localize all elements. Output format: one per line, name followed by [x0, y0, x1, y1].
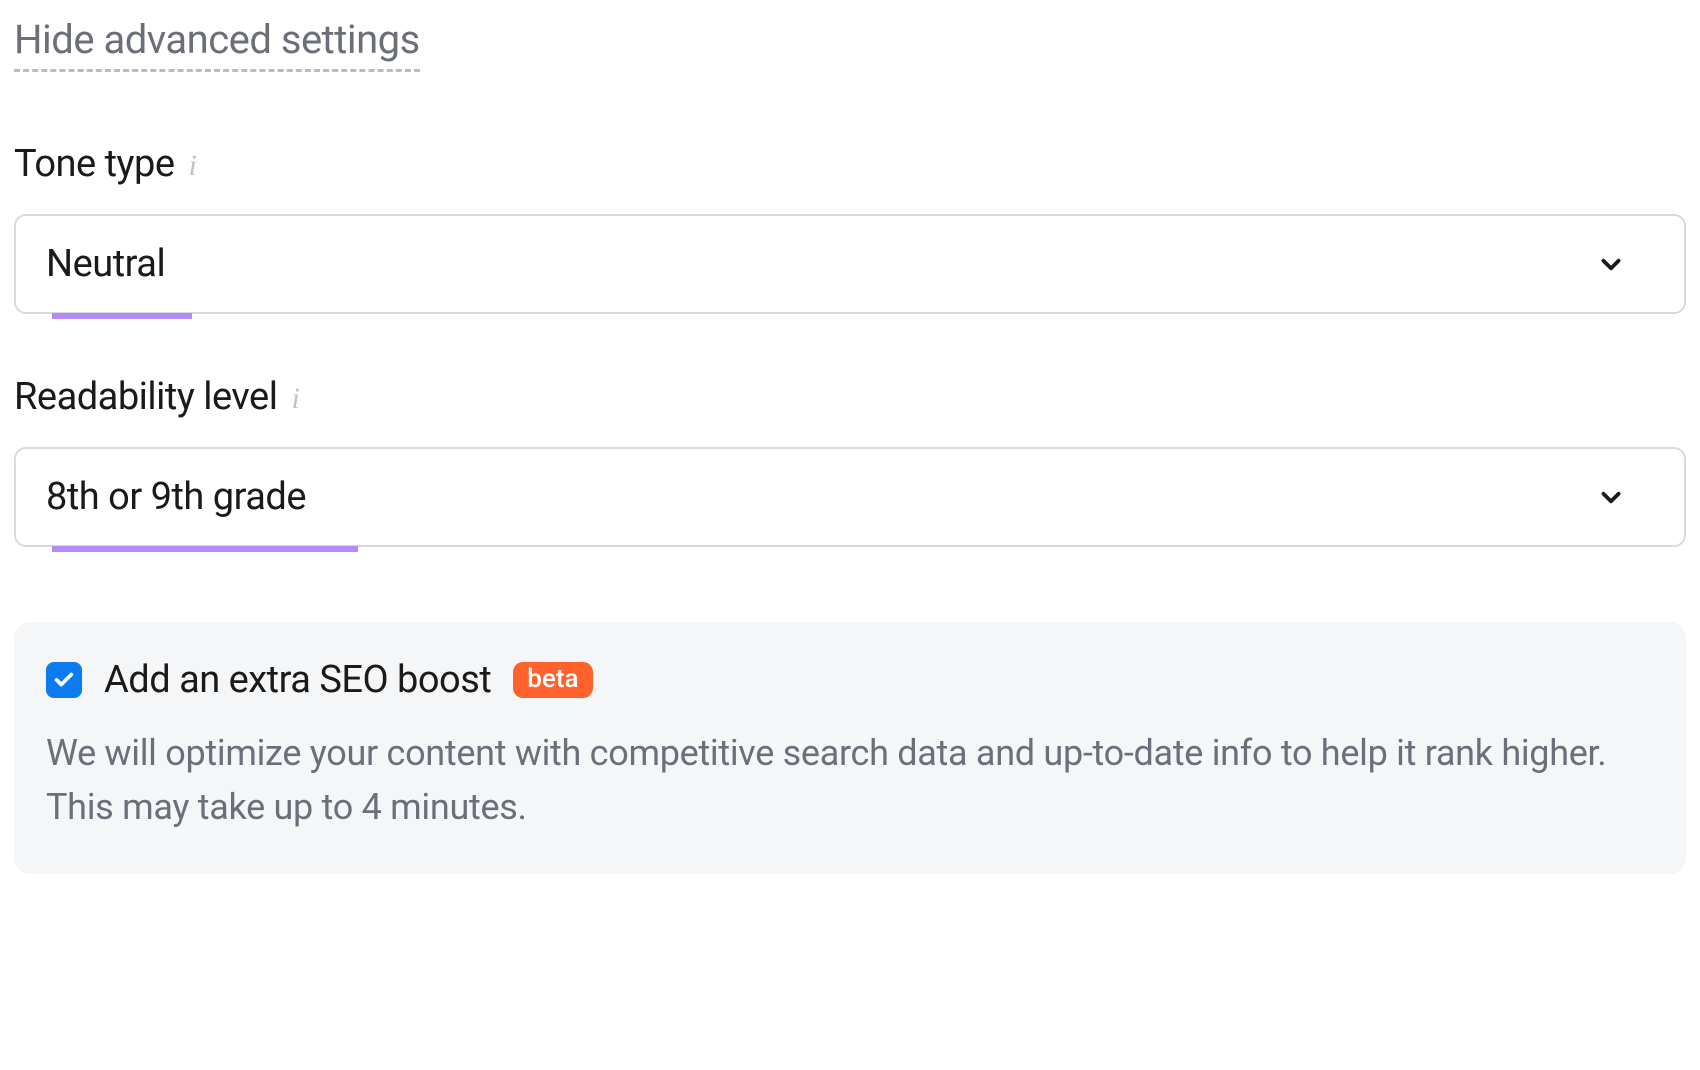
readability-label-row: Readability level i	[14, 375, 1686, 419]
info-icon[interactable]: i	[188, 151, 196, 181]
hide-advanced-settings-link[interactable]: Hide advanced settings	[14, 16, 420, 72]
chevron-down-icon	[1598, 251, 1624, 277]
tone-type-select[interactable]: Neutral	[14, 214, 1686, 314]
seo-boost-card: Add an extra SEO boost beta We will opti…	[14, 622, 1686, 874]
readability-underline-accent	[52, 546, 358, 552]
seo-boost-description: We will optimize your content with compe…	[46, 726, 1654, 834]
tone-type-select-wrap: Neutral	[14, 214, 1686, 319]
seo-boost-title: Add an extra SEO boost	[104, 658, 491, 702]
chevron-down-icon	[1598, 484, 1624, 510]
seo-boost-checkbox[interactable]	[46, 662, 82, 698]
seo-boost-header: Add an extra SEO boost beta	[46, 658, 1654, 702]
tone-type-label-row: Tone type i	[14, 142, 1686, 186]
tone-type-field: Tone type i Neutral	[14, 142, 1686, 319]
readability-label: Readability level	[14, 375, 277, 419]
info-icon[interactable]: i	[291, 384, 299, 414]
tone-type-value: Neutral	[46, 242, 165, 286]
beta-badge: beta	[513, 662, 592, 698]
readability-select[interactable]: 8th or 9th grade	[14, 447, 1686, 547]
readability-field: Readability level i 8th or 9th grade	[14, 375, 1686, 552]
readability-select-wrap: 8th or 9th grade	[14, 447, 1686, 552]
tone-type-label: Tone type	[14, 142, 174, 186]
tone-underline-accent	[52, 313, 192, 319]
readability-value: 8th or 9th grade	[46, 475, 306, 519]
